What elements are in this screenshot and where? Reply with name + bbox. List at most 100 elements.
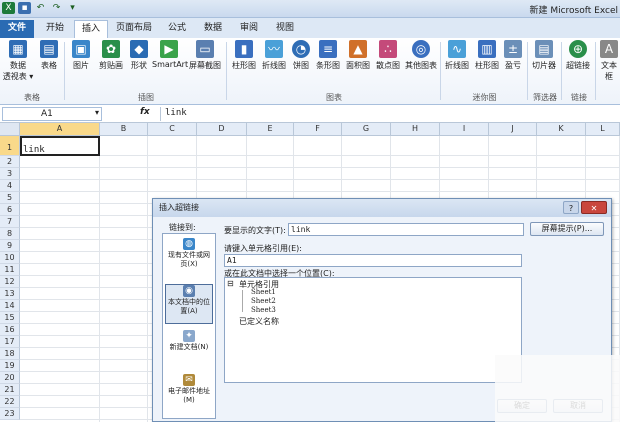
row-header-11[interactable]: 11 bbox=[0, 264, 20, 276]
redo-icon[interactable]: ↷ bbox=[50, 2, 63, 14]
divider bbox=[561, 42, 562, 100]
link-new-document-option[interactable]: ✦ 新建文档(N) bbox=[165, 330, 213, 370]
hyperlink-button[interactable]: ⊕ 超链接 bbox=[564, 40, 592, 88]
row-header-20[interactable]: 20 bbox=[0, 372, 20, 384]
column-header-f[interactable]: F bbox=[294, 123, 342, 136]
row-header-4[interactable]: 4 bbox=[0, 180, 20, 192]
tab-view[interactable]: 视图 bbox=[268, 20, 302, 38]
row-header-7[interactable]: 7 bbox=[0, 216, 20, 228]
tab-data[interactable]: 数据 bbox=[196, 20, 230, 38]
undo-icon[interactable]: ↶ bbox=[34, 2, 47, 14]
tab-insert[interactable]: 插入 bbox=[74, 20, 108, 38]
screentip-button[interactable]: 屏幕提示(P)... bbox=[530, 222, 604, 236]
pivot-table-button[interactable]: ▦ 数据 透视表 ▾ bbox=[2, 40, 34, 88]
row-header-8[interactable]: 8 bbox=[0, 228, 20, 240]
column-chart-button[interactable]: ▮ 柱形图 bbox=[230, 40, 258, 88]
help-icon[interactable]: ? bbox=[563, 201, 579, 214]
name-box[interactable]: A1 bbox=[2, 107, 102, 121]
column-header-i[interactable]: I bbox=[440, 123, 489, 136]
row-header-1[interactable]: 1 bbox=[0, 136, 20, 156]
pie-chart-button[interactable]: ◔ 饼图 bbox=[290, 40, 312, 88]
tree-node-sheet[interactable]: Sheet2 bbox=[251, 297, 276, 305]
pie-chart-icon: ◔ bbox=[292, 40, 310, 58]
row-header-6[interactable]: 6 bbox=[0, 204, 20, 216]
picture-button[interactable]: ▣ 图片 bbox=[68, 40, 94, 88]
table-button[interactable]: ▤ 表格 bbox=[36, 40, 62, 88]
save-icon[interactable]: ▪ bbox=[18, 2, 31, 14]
area-chart-button[interactable]: ▲ 面积图 bbox=[344, 40, 372, 88]
formula-bar: A1 ▾ fx link bbox=[0, 106, 620, 123]
textbox-button[interactable]: A 文本框 bbox=[598, 40, 620, 88]
scatter-chart-button[interactable]: ∴ 散点图 bbox=[374, 40, 402, 88]
column-header-c[interactable]: C bbox=[148, 123, 197, 136]
row-header-5[interactable]: 5 bbox=[0, 192, 20, 204]
column-header-h[interactable]: H bbox=[391, 123, 440, 136]
row-header-15[interactable]: 15 bbox=[0, 312, 20, 324]
tab-file[interactable]: 文件 bbox=[0, 20, 34, 38]
tab-page-layout[interactable]: 页面布局 bbox=[110, 20, 158, 38]
row-header-14[interactable]: 14 bbox=[0, 300, 20, 312]
gridline bbox=[99, 136, 100, 422]
column-header-g[interactable]: G bbox=[342, 123, 391, 136]
column-header-e[interactable]: E bbox=[247, 123, 294, 136]
column-header-j[interactable]: J bbox=[489, 123, 537, 136]
name-box-dropdown-icon[interactable]: ▾ bbox=[95, 108, 99, 117]
row-header-18[interactable]: 18 bbox=[0, 348, 20, 360]
email-icon: ✉ bbox=[183, 374, 195, 386]
row-header-2[interactable]: 2 bbox=[0, 156, 20, 168]
row-header-9[interactable]: 9 bbox=[0, 240, 20, 252]
link-email-option[interactable]: ✉ 电子邮件地址(M) bbox=[165, 374, 213, 414]
document-location-tree[interactable]: ⊟ 单元格引用 Sheet1 Sheet2 Sheet3 已定义名称 bbox=[224, 277, 522, 383]
smartart-button[interactable]: ▶ SmartArt bbox=[152, 40, 188, 88]
column-header-d[interactable]: D bbox=[197, 123, 247, 136]
row-header-21[interactable]: 21 bbox=[0, 384, 20, 396]
formula-input[interactable]: link bbox=[160, 107, 620, 121]
column-header-a[interactable]: A bbox=[20, 123, 100, 136]
column-header-l[interactable]: L bbox=[586, 123, 620, 136]
select-all-corner[interactable] bbox=[0, 123, 20, 136]
row-header-13[interactable]: 13 bbox=[0, 288, 20, 300]
row-header-10[interactable]: 10 bbox=[0, 252, 20, 264]
row-header-17[interactable]: 17 bbox=[0, 336, 20, 348]
row-header-12[interactable]: 12 bbox=[0, 276, 20, 288]
cell-reference-input[interactable]: A1 bbox=[224, 254, 522, 267]
gridline bbox=[20, 179, 620, 180]
row-header-22[interactable]: 22 bbox=[0, 396, 20, 408]
shapes-button[interactable]: ◆ 形状 bbox=[128, 40, 150, 88]
tab-home[interactable]: 开始 bbox=[38, 20, 72, 38]
tree-collapse-icon[interactable]: ⊟ bbox=[227, 279, 234, 288]
line-chart-button[interactable]: 〰折线图 bbox=[260, 40, 288, 88]
sparkline-line-button[interactable]: ∿ 折线图 bbox=[443, 40, 471, 88]
bar-chart-icon: ≡ bbox=[319, 40, 337, 58]
sparkline-line-icon: ∿ bbox=[448, 40, 466, 58]
shapes-icon: ◆ bbox=[130, 40, 148, 58]
cell-a1[interactable]: link bbox=[20, 136, 100, 156]
slicer-button[interactable]: ▤ 切片器 bbox=[530, 40, 558, 88]
row-header-16[interactable]: 16 bbox=[0, 324, 20, 336]
close-icon[interactable]: ✕ bbox=[581, 201, 607, 214]
column-header-k[interactable]: K bbox=[537, 123, 586, 136]
link-place-in-document-option[interactable]: ◉ 本文档中的位置(A) bbox=[165, 284, 213, 324]
row-header-3[interactable]: 3 bbox=[0, 168, 20, 180]
row-header-19[interactable]: 19 bbox=[0, 360, 20, 372]
tree-node-sheet[interactable]: Sheet3 bbox=[251, 306, 276, 314]
tab-review[interactable]: 审阅 bbox=[232, 20, 266, 38]
tree-node-sheet[interactable]: Sheet1 bbox=[251, 288, 276, 296]
tree-node-defined-names[interactable]: 已定义名称 bbox=[239, 316, 279, 327]
customize-qat-icon[interactable]: ▾ bbox=[66, 2, 79, 14]
sparkline-column-button[interactable]: ▥ 柱形图 bbox=[473, 40, 501, 88]
title-bar: X ▪ ↶ ↷ ▾ 新建 Microsoft Excel bbox=[0, 0, 620, 18]
tab-formulas[interactable]: 公式 bbox=[160, 20, 194, 38]
other-chart-button[interactable]: ◎ 其他图表 bbox=[404, 40, 438, 88]
clipart-button[interactable]: ✿ 剪贴画 bbox=[96, 40, 126, 88]
column-header-b[interactable]: B bbox=[100, 123, 148, 136]
slicer-icon: ▤ bbox=[535, 40, 553, 58]
scatter-chart-icon: ∴ bbox=[379, 40, 397, 58]
screenshot-button[interactable]: ▭ 屏幕截图 bbox=[188, 40, 222, 88]
sparkline-winloss-button[interactable]: ± 盈亏 bbox=[503, 40, 523, 88]
display-text-input[interactable]: link bbox=[288, 223, 524, 236]
bar-chart-button[interactable]: ≡ 条形图 bbox=[314, 40, 342, 88]
fx-icon[interactable]: fx bbox=[140, 107, 150, 117]
link-existing-file-option[interactable]: ◍ 现有文件或网页(X) bbox=[165, 238, 213, 278]
row-header-23[interactable]: 23 bbox=[0, 408, 20, 420]
